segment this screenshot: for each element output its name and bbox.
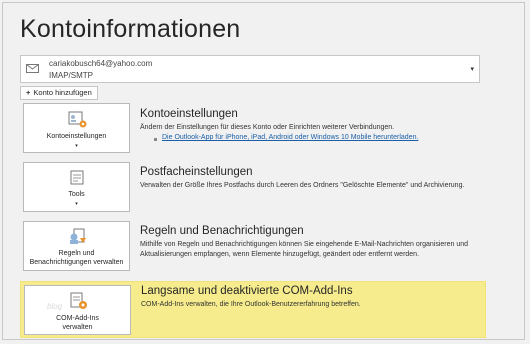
section-description: Ändern der Einstellungen für dieses Kont…	[140, 124, 395, 131]
section-description-line2: Aktualisierungen empfangen, wenn Element…	[140, 251, 420, 258]
chevron-down-icon[interactable]: ▾	[470, 65, 474, 73]
blog-watermark: blog	[47, 302, 63, 311]
chevron-down-icon: ▾	[75, 143, 78, 149]
com-addins-icon	[70, 292, 87, 309]
tools-icon	[70, 170, 84, 185]
rules-icon	[70, 228, 86, 244]
account-email: cariakobusch64@yahoo.com	[49, 59, 153, 68]
manage-rules-alerts-button[interactable]: Regeln und Benachrichtigungen verwalten	[23, 221, 130, 271]
account-selector[interactable]: cariakobusch64@yahoo.com IMAP/SMTP ▾	[20, 55, 480, 83]
com-addins-tile-label-line2: verwalten	[62, 324, 93, 331]
add-account-label: Konto hinzufügen	[33, 88, 92, 97]
section-description: COM-Add-Ins verwalten, die Ihre Outlook-…	[141, 301, 361, 308]
page-title: Kontoinformationen	[20, 15, 241, 43]
section-description: Verwalten der Größe Ihres Postfachs durc…	[140, 182, 465, 189]
manage-com-addins-button[interactable]: blog COM-Add-Ins verwalten	[24, 285, 131, 335]
section-title: Postfacheinstellungen	[140, 166, 253, 178]
section-title: Regeln und Benachrichtigungen	[140, 225, 304, 237]
account-settings-tile-label: Kontoeinstellungen	[46, 133, 107, 140]
plus-icon: +	[26, 88, 31, 97]
rules-tile-label-line2: Benachrichtigungen verwalten	[29, 259, 124, 266]
backstage-panel: Kontoinformationen cariakobusch64@yahoo.…	[2, 2, 525, 340]
account-settings-icon	[68, 111, 87, 128]
section-description-line1: Mithilfe von Regeln und Benachrichtigung…	[140, 241, 469, 248]
outlook-app-download-link[interactable]: Die Outlook-App für iPhone, iPad, Androi…	[162, 134, 418, 141]
tools-button[interactable]: Tools ▾	[23, 162, 130, 212]
com-addins-highlight-band: blog COM-Add-Ins verwalten Langsame und …	[20, 281, 486, 338]
account-settings-button[interactable]: Kontoeinstellungen ▾	[23, 103, 130, 153]
tools-tile-label: Tools	[68, 191, 85, 198]
com-addins-tile-label-line1: COM-Add-Ins	[56, 315, 99, 322]
chevron-down-icon: ▾	[75, 201, 78, 207]
bullet-icon	[154, 138, 157, 141]
add-account-button[interactable]: + Konto hinzufügen	[20, 86, 98, 100]
section-title: Langsame und deaktivierte COM-Add-Ins	[141, 285, 353, 297]
mail-account-icon	[26, 64, 39, 73]
section-title: Kontoeinstellungen	[140, 108, 238, 120]
rules-tile-label-line1: Regeln und	[58, 250, 95, 257]
account-type: IMAP/SMTP	[49, 71, 94, 80]
